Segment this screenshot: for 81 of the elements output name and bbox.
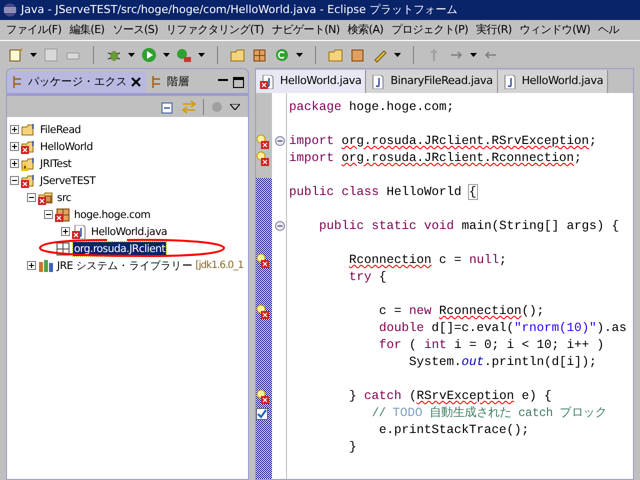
collapse-toggle[interactable] bbox=[27, 193, 36, 202]
maximize-icon[interactable] bbox=[233, 77, 244, 88]
lightbulb-error-icon[interactable] bbox=[256, 304, 270, 319]
view-menu-icon[interactable] bbox=[230, 104, 240, 110]
expand-toggle[interactable] bbox=[10, 159, 19, 168]
collapse-fold-icon[interactable] bbox=[275, 221, 285, 231]
tree-view-icon bbox=[151, 75, 163, 89]
tree-item[interactable]: JRITest bbox=[39, 156, 72, 170]
code-line: import org.rosuda.JRclient.RSrvException; bbox=[288, 133, 597, 150]
menu-item[interactable]: プロジェクト(P) bbox=[391, 22, 468, 38]
tree-item[interactable]: org.rosuda.JRclient bbox=[73, 242, 166, 256]
collapse-all-icon[interactable] bbox=[161, 100, 175, 114]
close-icon[interactable] bbox=[131, 77, 141, 87]
editor-tab-label: HelloWorld.java bbox=[280, 73, 362, 90]
new-package-icon[interactable] bbox=[252, 46, 268, 62]
collapse-fold-icon[interactable] bbox=[275, 136, 285, 146]
editor-tab-label: BinaryFileRead.java bbox=[390, 73, 493, 90]
code-line: public class HelloWorld { bbox=[288, 184, 477, 201]
code-line: public static void main(String[] args) { bbox=[318, 218, 620, 235]
dropdown-caret-icon[interactable] bbox=[198, 52, 205, 56]
code-line: for ( int i = 0; i < 10; i++ ) bbox=[378, 337, 604, 354]
menu-item[interactable]: 検索(A) bbox=[348, 22, 384, 38]
new-file-icon[interactable] bbox=[8, 46, 24, 62]
expand-toggle[interactable] bbox=[27, 261, 36, 270]
tree-item[interactable]: HelloWorld.java bbox=[90, 224, 168, 238]
dropdown-caret-icon[interactable] bbox=[30, 52, 37, 56]
menu-item[interactable]: ファイル(F) bbox=[6, 22, 62, 38]
run-tools-icon[interactable] bbox=[176, 46, 192, 62]
editor-tab[interactable]: HelloWorld.java bbox=[498, 70, 608, 93]
view-tab-label: 階層 bbox=[167, 74, 189, 90]
eclipse-logo-icon bbox=[3, 3, 17, 17]
menu-item[interactable]: 実行(R) bbox=[476, 22, 512, 38]
view-tab-label: パッケージ・エクス bbox=[28, 74, 127, 90]
code-line: e.printStackTrace(); bbox=[378, 422, 530, 439]
tree-item[interactable]: src bbox=[56, 190, 72, 204]
editor-tab[interactable]: HelloWorld.java bbox=[256, 70, 366, 93]
tree-item[interactable]: hoge.hoge.com bbox=[73, 208, 152, 222]
code-line: System.out.println(d[i]); bbox=[408, 354, 597, 371]
new-project-icon[interactable] bbox=[230, 46, 246, 62]
dropdown-caret-icon[interactable] bbox=[296, 52, 303, 56]
tree-view-icon bbox=[12, 75, 24, 89]
editor-tab-label: HelloWorld.java bbox=[522, 73, 604, 90]
lightbulb-error-icon[interactable] bbox=[256, 253, 270, 268]
code-line: import org.rosuda.JRclient.Rconnection; bbox=[288, 150, 582, 167]
tree-item[interactable]: FileRead bbox=[39, 122, 82, 136]
dropdown-caret-icon[interactable] bbox=[163, 52, 170, 56]
code-line: double d[]=c.eval("rnorm(10)").as bbox=[378, 320, 627, 337]
menu-item[interactable]: リファクタリング(T) bbox=[166, 22, 264, 38]
menu-item[interactable]: 編集(E) bbox=[69, 22, 104, 38]
menu-item[interactable]: ヘル bbox=[598, 22, 620, 38]
editor-tab[interactable]: BinaryFileRead.java bbox=[366, 70, 498, 93]
tree-item[interactable]: JServeTEST bbox=[39, 174, 96, 188]
run-icon[interactable] bbox=[141, 46, 157, 62]
new-class-icon[interactable] bbox=[274, 46, 290, 62]
dropdown-caret-icon[interactable] bbox=[470, 52, 477, 56]
code-line: } bbox=[348, 439, 357, 456]
menu-item[interactable]: ソース(S) bbox=[112, 22, 158, 38]
window-title: Java - JServeTEST/src/hoge/hoge/com/HelloWorld.java - Eclipse プラットフォーム bbox=[21, 2, 458, 18]
code-line: c = new Rconnection(); bbox=[378, 303, 544, 320]
library-version: [jdk1.6.0_1 bbox=[195, 259, 244, 273]
code-line: } catch (RSrvException e) { bbox=[348, 388, 552, 405]
view-tab[interactable]: パッケージ・エクス bbox=[7, 71, 146, 93]
tree-item[interactable]: JRE システム・ライブラリー bbox=[56, 258, 194, 272]
code-line: Rconnection c = null; bbox=[348, 252, 507, 269]
dropdown-caret-icon[interactable] bbox=[128, 52, 135, 56]
menu-item[interactable]: ウィンドウ(W) bbox=[520, 22, 590, 38]
collapse-toggle[interactable] bbox=[10, 176, 19, 185]
code-line: try { bbox=[348, 269, 387, 286]
task-checkbox-icon[interactable] bbox=[256, 406, 268, 420]
dropdown-caret-icon[interactable] bbox=[394, 52, 401, 56]
expand-toggle[interactable] bbox=[10, 142, 19, 151]
collapse-toggle[interactable] bbox=[44, 210, 53, 219]
expand-toggle[interactable] bbox=[61, 227, 70, 236]
expand-toggle[interactable] bbox=[10, 125, 19, 134]
menu-item[interactable]: ナビゲート(N) bbox=[272, 22, 340, 38]
lightbulb-error-icon[interactable] bbox=[256, 389, 270, 404]
open-type-icon[interactable] bbox=[350, 46, 366, 62]
tree-item[interactable]: HelloWorld bbox=[39, 140, 94, 154]
code-line: // TODO 自動生成された catch ブロック bbox=[370, 405, 606, 422]
open-folder-icon[interactable] bbox=[328, 46, 344, 62]
code-line: package hoge.hoge.com; bbox=[288, 99, 454, 116]
